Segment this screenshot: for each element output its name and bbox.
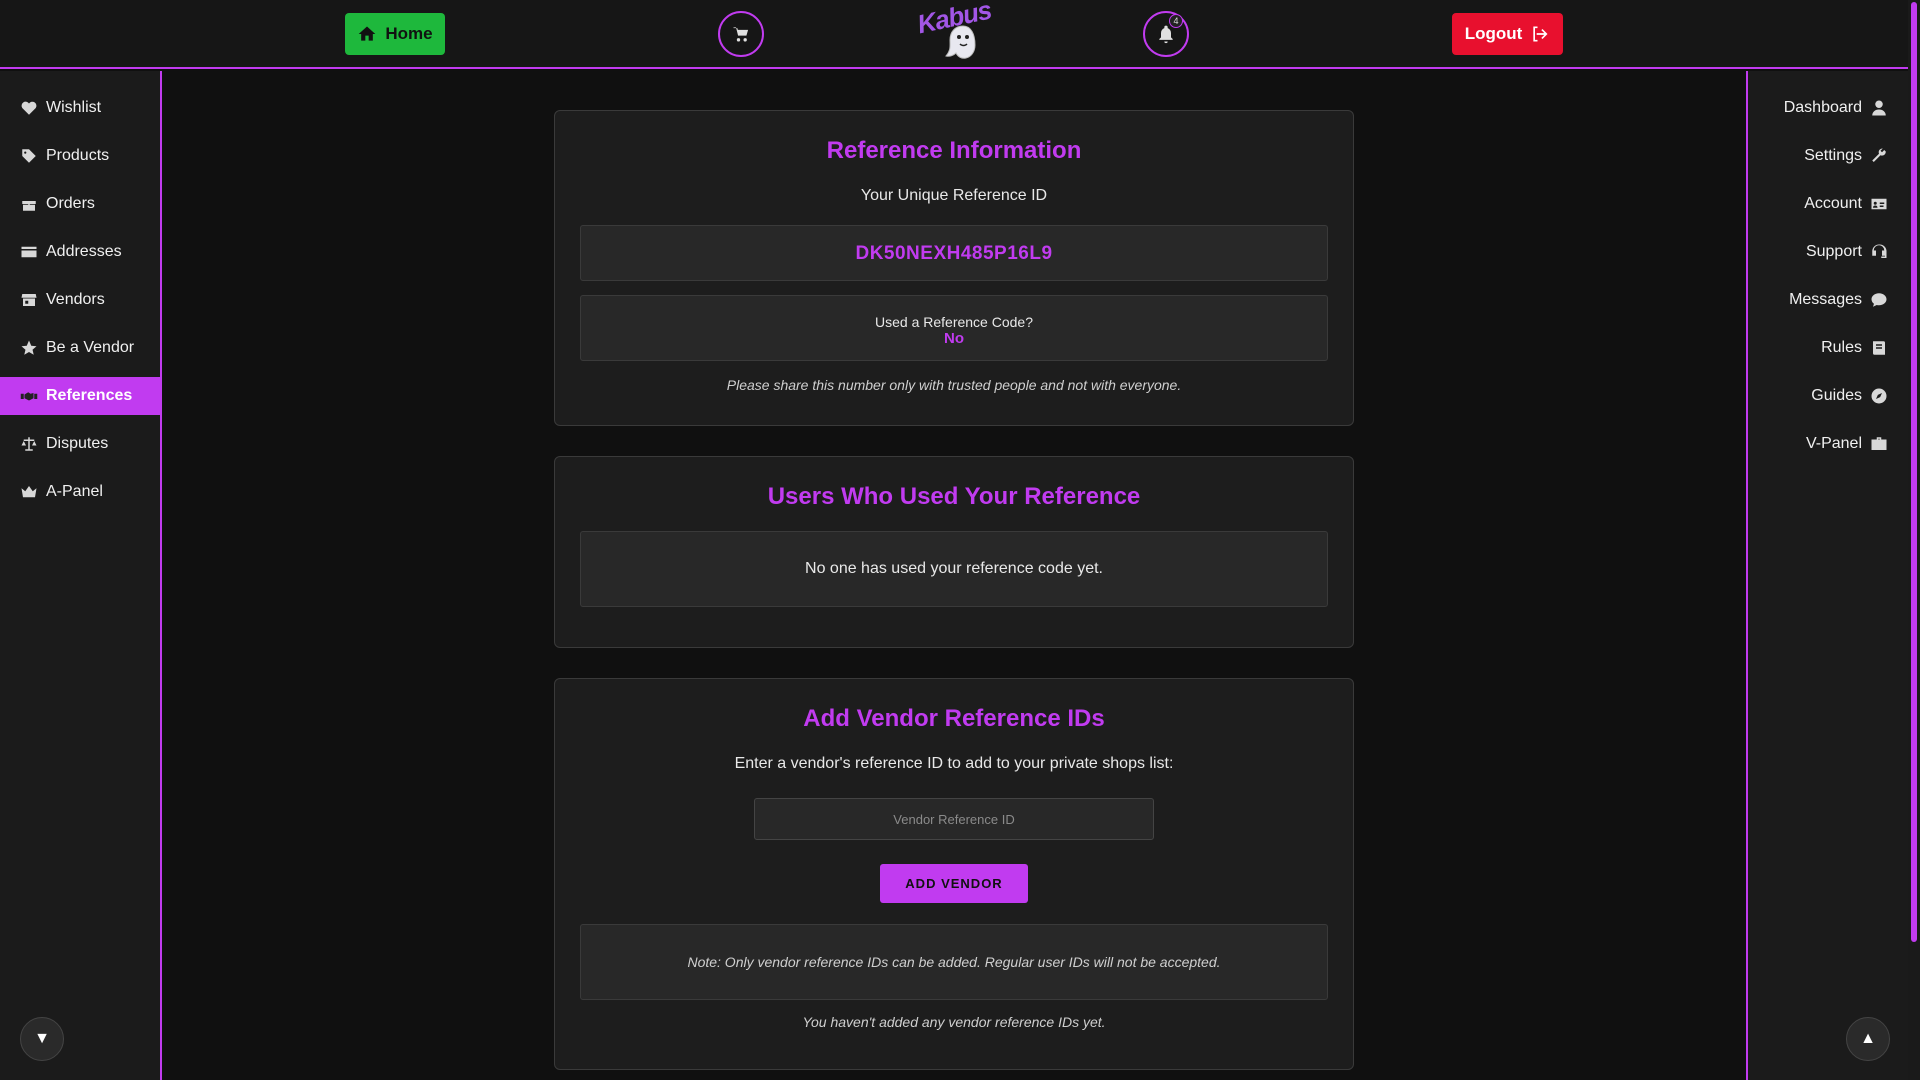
sidebar-item-label: Support xyxy=(1805,243,1862,260)
reference-id-subtitle: Your Unique Reference ID xyxy=(860,187,1048,204)
logout-label: Logout xyxy=(1464,24,1523,43)
notification-badge: 4 xyxy=(1169,14,1183,28)
sidebar-item-guides[interactable]: Guides xyxy=(1748,377,1908,415)
sidebar-item-v-panel[interactable]: V-Panel xyxy=(1748,425,1908,463)
sidebar-item-account[interactable]: Account xyxy=(1748,185,1908,223)
reference-id-box: DK50NEXH485P16L9 xyxy=(580,225,1328,281)
cart-button[interactable] xyxy=(718,11,764,57)
sidebar-item-label: Addresses xyxy=(46,243,122,260)
page-scrollbar[interactable] xyxy=(1908,0,1920,1080)
sidebar-item-be-a-vendor[interactable]: Be a Vendor xyxy=(0,329,160,367)
wrench-icon xyxy=(1872,148,1886,162)
tag-icon xyxy=(22,149,36,163)
sidebar-item-label: Messages xyxy=(1789,291,1862,308)
sidebar-item-label: Account xyxy=(1804,195,1862,212)
add-vendor-empty-message: You haven't added any vendor reference I… xyxy=(802,1014,1106,1030)
users-used-title: Users Who Used Your Reference xyxy=(767,483,1141,510)
reference-info-card: Reference Information Your Unique Refere… xyxy=(554,110,1354,426)
credit-card-icon xyxy=(21,246,37,258)
reference-info-title: Reference Information xyxy=(826,137,1082,164)
logout-button[interactable]: Logout xyxy=(1452,13,1563,55)
sidebar-item-a-panel[interactable]: A-Panel xyxy=(0,473,160,511)
id-card-icon xyxy=(1871,198,1887,210)
sidebar-item-label: V-Panel xyxy=(1805,435,1862,452)
sidebar-item-label: Wishlist xyxy=(46,99,102,116)
sidebar-item-disputes[interactable]: Disputes xyxy=(0,425,160,463)
user-icon xyxy=(1872,100,1886,116)
compass-icon xyxy=(1871,388,1887,404)
sidebar-item-support[interactable]: Support xyxy=(1748,233,1908,271)
sidebar-item-dashboard[interactable]: Dashboard xyxy=(1748,89,1908,127)
sidebar-item-label: A-Panel xyxy=(46,483,103,500)
sidebar-item-label: Disputes xyxy=(46,435,109,452)
sidebar-item-label: References xyxy=(46,387,133,404)
add-vendor-title: Add Vendor Reference IDs xyxy=(803,705,1105,732)
sidebar-item-label: Be a Vendor xyxy=(46,339,135,356)
sidebar-item-label: Vendors xyxy=(46,291,105,308)
add-vendor-button[interactable]: ADD VENDOR xyxy=(880,864,1028,903)
used-code-value: No xyxy=(944,330,964,347)
left-sidebar: Wishlist Products Orders Addresses Vendo… xyxy=(0,71,162,1080)
logout-icon xyxy=(1533,26,1548,42)
handshake-icon xyxy=(20,392,38,401)
cart-icon xyxy=(733,27,749,42)
vendor-reference-input[interactable] xyxy=(754,798,1154,840)
heart-icon xyxy=(21,101,37,115)
crown-icon xyxy=(21,486,37,498)
sidebar-item-orders[interactable]: Orders xyxy=(0,185,160,223)
sidebar-item-label: Products xyxy=(46,147,110,164)
star-icon xyxy=(21,340,37,355)
briefcase-icon xyxy=(1871,437,1887,450)
site-logo[interactable]: Kabus xyxy=(912,0,998,66)
sidebar-item-wishlist[interactable]: Wishlist xyxy=(0,89,160,127)
store-icon xyxy=(21,294,37,306)
gift-icon xyxy=(22,201,36,211)
add-vendor-card: Add Vendor Reference IDs Enter a vendor'… xyxy=(554,678,1354,1070)
sidebar-item-label: Orders xyxy=(46,195,95,212)
ghost-mascot-icon xyxy=(945,25,976,59)
book-icon xyxy=(1873,341,1885,355)
scrollbar-thumb[interactable] xyxy=(1911,2,1917,942)
right-sidebar: Dashboard Settings Account Support Messa… xyxy=(1746,71,1908,1080)
used-code-label: Used a Reference Code? xyxy=(875,314,1033,330)
share-note: Please share this number only with trust… xyxy=(726,377,1182,393)
reference-id-value: DK50NEXH485P16L9 xyxy=(855,243,1053,264)
sidebar-item-addresses[interactable]: Addresses xyxy=(0,233,160,271)
home-label: Home xyxy=(385,24,433,43)
sidebar-item-label: Settings xyxy=(1804,147,1862,164)
users-used-empty-message: No one has used your reference code yet. xyxy=(805,560,1103,577)
add-vendor-instruction: Enter a vendor's reference ID to add to … xyxy=(734,755,1174,772)
sidebar-item-label: Rules xyxy=(1821,339,1862,356)
sidebar-item-references[interactable]: References xyxy=(0,377,160,415)
scroll-down-button[interactable]: ▼ xyxy=(20,1017,64,1061)
add-vendor-note: Note: Only vendor reference IDs can be a… xyxy=(687,954,1221,970)
home-button[interactable]: Home xyxy=(345,13,445,55)
sidebar-item-rules[interactable]: Rules xyxy=(1748,329,1908,367)
chat-icon xyxy=(1871,293,1887,307)
users-used-empty-box: No one has used your reference code yet. xyxy=(580,531,1328,607)
headset-icon xyxy=(1872,244,1887,258)
sidebar-item-label: Dashboard xyxy=(1783,99,1862,116)
used-code-box: Used a Reference Code? No xyxy=(580,295,1328,361)
home-icon xyxy=(359,26,376,41)
top-bar: Home Kabus 4 Logout xyxy=(0,0,1908,69)
scroll-up-button[interactable]: ▲ xyxy=(1846,1017,1890,1061)
notifications-button[interactable]: 4 xyxy=(1143,11,1189,57)
users-used-card: Users Who Used Your Reference No one has… xyxy=(554,456,1354,648)
add-vendor-note-box: Note: Only vendor reference IDs can be a… xyxy=(580,924,1328,1000)
sidebar-item-messages[interactable]: Messages xyxy=(1748,281,1908,319)
sidebar-item-label: Guides xyxy=(1811,387,1862,404)
sidebar-item-products[interactable]: Products xyxy=(0,137,160,175)
sidebar-item-settings[interactable]: Settings xyxy=(1748,137,1908,175)
sidebar-item-vendors[interactable]: Vendors xyxy=(0,281,160,319)
scale-icon xyxy=(21,437,37,451)
